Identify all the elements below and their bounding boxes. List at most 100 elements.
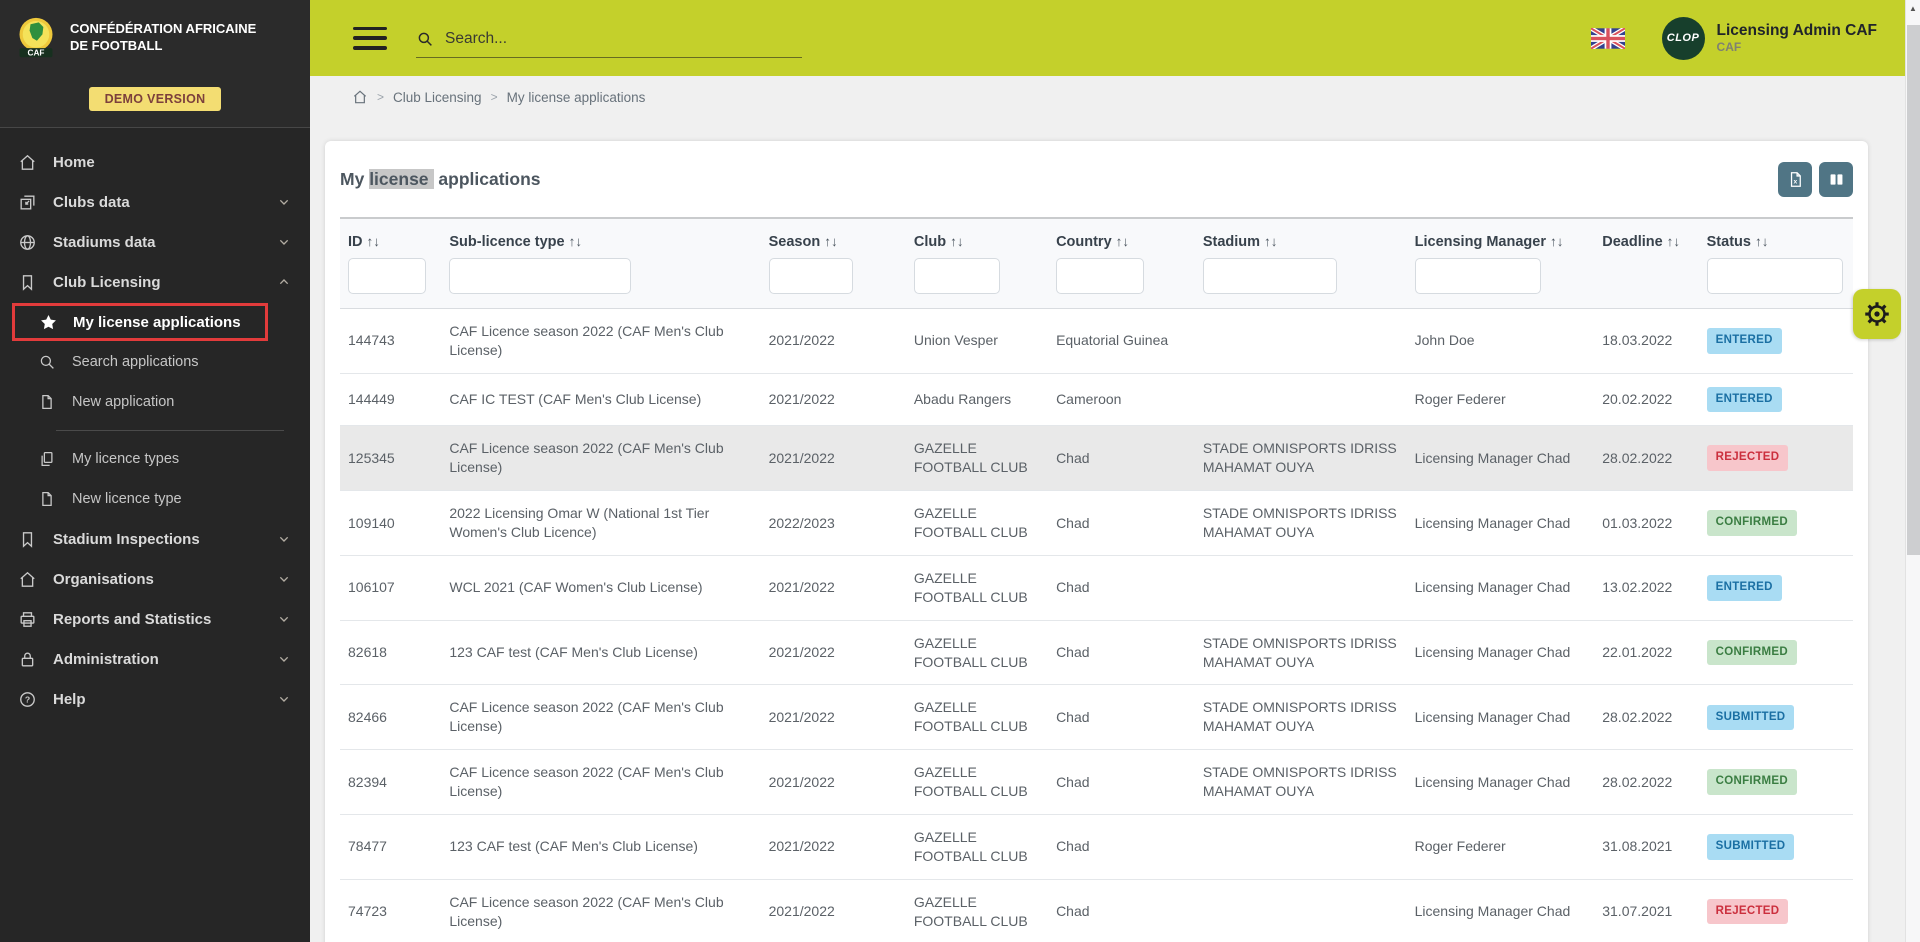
filter-club-input[interactable] [913,258,1000,294]
status-badge: SUBMITTED [1706,704,1795,731]
sidebar-item-label: New licence type [72,491,182,507]
sidebar: CAF CONFÉDÉRATION AFRICAINE DE FOOTBALL … [0,0,310,942]
scrollbar-up-arrow[interactable]: ▲ [1906,0,1920,17]
submenu-divider [56,430,284,431]
sort-icon[interactable]: ↑↓ [1755,234,1769,249]
language-flag-icon[interactable] [1590,27,1625,49]
home-icon [18,152,38,172]
settings-gear-button[interactable] [1853,289,1901,339]
table-row[interactable]: 82394 CAF Licence season 2022 (CAF Men's… [340,749,1853,815]
scrollbar-thumb[interactable] [1907,25,1920,555]
sidebar-item-new-licence-type[interactable]: New licence type [0,479,310,519]
sort-icon[interactable]: ↑↓ [367,234,381,249]
sidebar-item-organisations[interactable]: Organisations [0,559,310,599]
cell-licensing-manager: Licensing Manager Chad [1414,449,1571,466]
table-row[interactable]: 125345 CAF Licence season 2022 (CAF Men'… [340,425,1853,491]
cell-club: GAZELLE FOOTBALL CLUB [913,828,1028,864]
cell-country: Chad [1056,449,1090,466]
filter-stadium-input[interactable] [1202,258,1337,294]
sidebar-item-label: New application [72,394,175,410]
sort-icon[interactable]: ↑↓ [1116,234,1130,249]
filter-country-input[interactable] [1056,258,1145,294]
table-row[interactable]: 82466 CAF Licence season 2022 (CAF Men's… [340,684,1853,750]
breadcrumb-home-icon[interactable] [352,89,368,105]
status-badge: CONFIRMED [1706,510,1797,536]
sort-icon[interactable]: ↑↓ [824,234,838,249]
avatar[interactable]: CLOP [1661,16,1705,60]
cell-season: 2021/2022 [768,903,835,920]
cell-season: 2021/2022 [768,391,835,408]
search-input[interactable] [445,30,802,48]
columns-button[interactable] [1819,161,1853,197]
sort-icon[interactable]: ↑↓ [1264,234,1278,249]
filter-sub-licence-type-input[interactable] [449,258,632,294]
menu-toggle-button[interactable] [353,26,387,50]
cell-club: GAZELLE FOOTBALL CLUB [913,505,1028,540]
filter-season-input[interactable] [768,258,853,294]
table-row[interactable]: 74723 CAF Licence season 2022 (CAF Men's… [340,878,1853,942]
svg-text:x: x [1793,178,1797,185]
sort-icon[interactable]: ↑↓ [1667,234,1681,249]
column-header-status: Status ↑↓ [1706,234,1769,250]
cell-club: GAZELLE FOOTBALL CLUB [913,569,1028,605]
cell-club: Union Vesper [913,332,998,349]
sidebar-item-club-licensing[interactable]: Club Licensing [0,262,310,302]
table-row[interactable]: 144743 CAF Licence season 2022 (CAF Men'… [340,309,1853,374]
filter-status-input[interactable] [1706,258,1843,294]
cell-club: GAZELLE FOOTBALL CLUB [913,440,1028,476]
sidebar-item-search-applications[interactable]: Search applications [0,342,310,382]
cell-season: 2021/2022 [768,708,835,725]
cell-id: 82618 [348,644,387,661]
sort-icon[interactable]: ↑↓ [569,234,583,249]
sidebar-item-label: Stadium Inspections [53,530,200,548]
sidebar-item-clubs-data[interactable]: Clubs data [0,182,310,222]
help-icon: ? [18,689,38,709]
sidebar-item-my-license-applications[interactable]: My license applications [12,303,268,341]
cell-id: 74723 [348,903,387,920]
copy-icon [38,449,58,469]
user-org: CAF [1716,40,1742,55]
cell-deadline: 20.02.2022 [1602,391,1673,408]
cell-deadline: 28.02.2022 [1602,449,1673,466]
sidebar-item-my-licence-types[interactable]: My licence types [0,439,310,479]
table-row[interactable]: 82618 123 CAF test (CAF Men's Club Licen… [340,619,1853,685]
breadcrumb-item[interactable]: Club Licensing [393,90,482,105]
export-excel-button[interactable]: x [1778,161,1812,197]
sort-icon[interactable]: ↑↓ [1550,234,1564,249]
cell-deadline: 28.02.2022 [1602,708,1673,725]
table-row[interactable]: 144449 CAF IC TEST (CAF Men's Club Licen… [340,372,1853,426]
sidebar-item-new-application[interactable]: New application [0,382,310,422]
table-row[interactable]: 78477 123 CAF test (CAF Men's Club Licen… [340,813,1853,880]
cell-licensing-manager: Licensing Manager Chad [1414,903,1571,920]
sidebar-item-label: Help [53,690,86,708]
table-row[interactable]: 109140 2022 Licensing Omar W (National 1… [340,490,1853,556]
sidebar-item-stadium-inspections[interactable]: Stadium Inspections [0,519,310,559]
demo-version-badge: DEMO VERSION [88,87,222,111]
cell-id: 82466 [348,708,387,725]
cell-sub-licence-type: CAF Licence season 2022 (CAF Men's Club … [449,323,724,358]
lock-icon [18,649,38,669]
applications-table: ID ↑↓ Sub-licence type ↑↓ Season ↑↓ Club ↑↓ … [340,219,1853,942]
sort-icon[interactable]: ↑↓ [950,234,964,249]
chevron-down-icon [276,691,292,707]
sidebar-item-home[interactable]: Home [0,142,310,182]
chevron-down-icon [276,531,292,547]
filter-licensing-manager-input[interactable] [1414,258,1541,294]
cell-country: Chad [1056,708,1090,725]
sidebar-item-help[interactable]: ? Help [0,679,310,719]
filter-id-input[interactable] [348,258,426,294]
cell-club: GAZELLE FOOTBALL CLUB [913,764,1028,800]
sidebar-item-label: Search applications [72,354,199,370]
caf-logo: CAF [14,15,58,61]
avatar-text: CLOP [1666,32,1700,44]
status-badge: REJECTED [1706,445,1789,471]
cell-deadline: 13.02.2022 [1602,579,1673,596]
cell-deadline: 31.08.2021 [1602,838,1673,855]
table-row[interactable]: 106107 WCL 2021 (CAF Women's Club Licens… [340,554,1853,621]
sidebar-item-stadiums-data[interactable]: Stadiums data [0,222,310,262]
cell-stadium: STADE OMNISPORTS IDRISS MAHAMAT OUYA [1202,440,1397,476]
clubs-data-icon [18,192,38,212]
sidebar-item-reports-statistics[interactable]: Reports and Statistics [0,599,310,639]
sidebar-item-administration[interactable]: Administration [0,639,310,679]
user-menu[interactable]: Licensing Admin CAF CAF [1717,22,1877,55]
